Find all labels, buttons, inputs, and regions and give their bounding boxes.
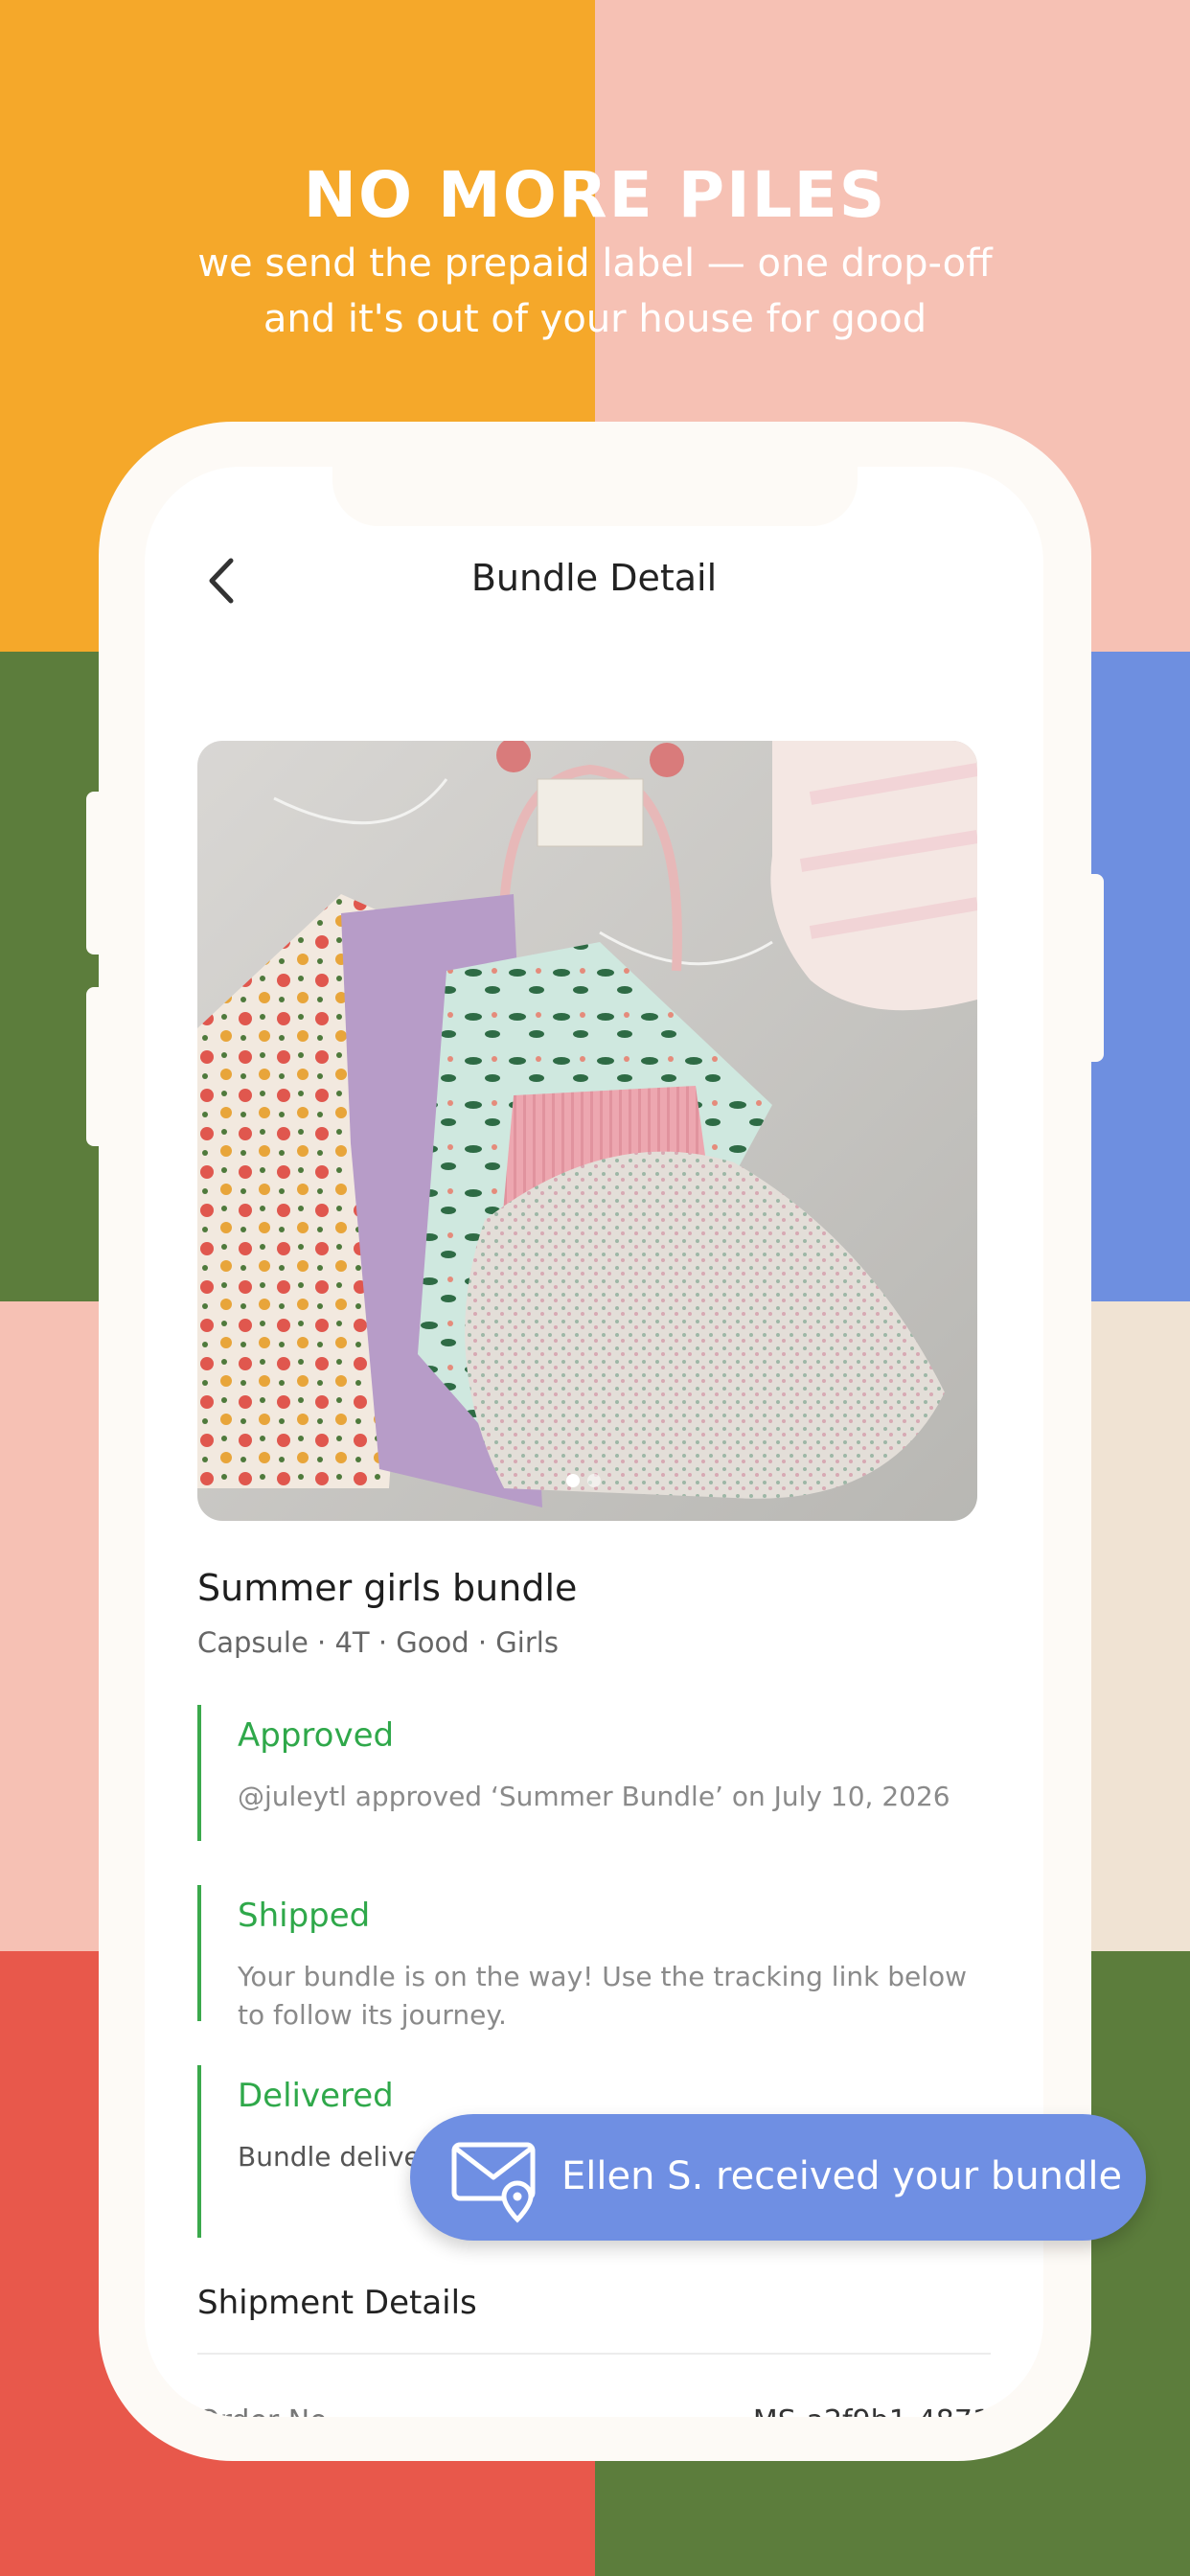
phone-notch bbox=[332, 467, 858, 526]
timeline-description: Your bundle is on the way! Use the track… bbox=[238, 1961, 968, 2031]
notification-text: Ellen S. received your bundle bbox=[561, 2154, 1123, 2198]
shipment-details-heading: Shipment Details bbox=[197, 2284, 477, 2322]
timeline-item-approved: Approved @juleytl approved ‘Summer Bundl… bbox=[197, 1705, 983, 1841]
timeline-status: Delivered bbox=[238, 2077, 394, 2115]
timeline-description: @juleytl approved ‘Summer Bundle’ on Jul… bbox=[238, 1781, 950, 1812]
order-number-label: Order No bbox=[197, 2404, 328, 2417]
bundle-photo[interactable] bbox=[197, 741, 977, 1521]
divider bbox=[197, 2353, 991, 2355]
mail-location-icon bbox=[451, 2142, 536, 2223]
timeline-status: Approved bbox=[238, 1716, 395, 1755]
delivery-notification[interactable]: Ellen S. received your bundle bbox=[410, 2114, 1146, 2241]
order-number-value: MS-a2f9b1-4871 bbox=[753, 2404, 991, 2417]
photo-page-dot-active[interactable] bbox=[566, 1474, 580, 1487]
timeline-status: Shipped bbox=[238, 1897, 371, 1935]
promo-headline: NO MORE PILES bbox=[303, 158, 887, 232]
photo-page-dot[interactable] bbox=[587, 1474, 601, 1487]
bundle-meta: Capsule · 4T · Good · Girls bbox=[197, 1626, 559, 1659]
bundle-title: Summer girls bundle bbox=[197, 1567, 578, 1609]
promo-subline: we send the prepaid label — one drop-off… bbox=[197, 242, 993, 341]
page-title: Bundle Detail bbox=[470, 557, 718, 599]
timeline-item-shipped: Shipped Your bundle is on the way! Use t… bbox=[197, 1885, 983, 2031]
